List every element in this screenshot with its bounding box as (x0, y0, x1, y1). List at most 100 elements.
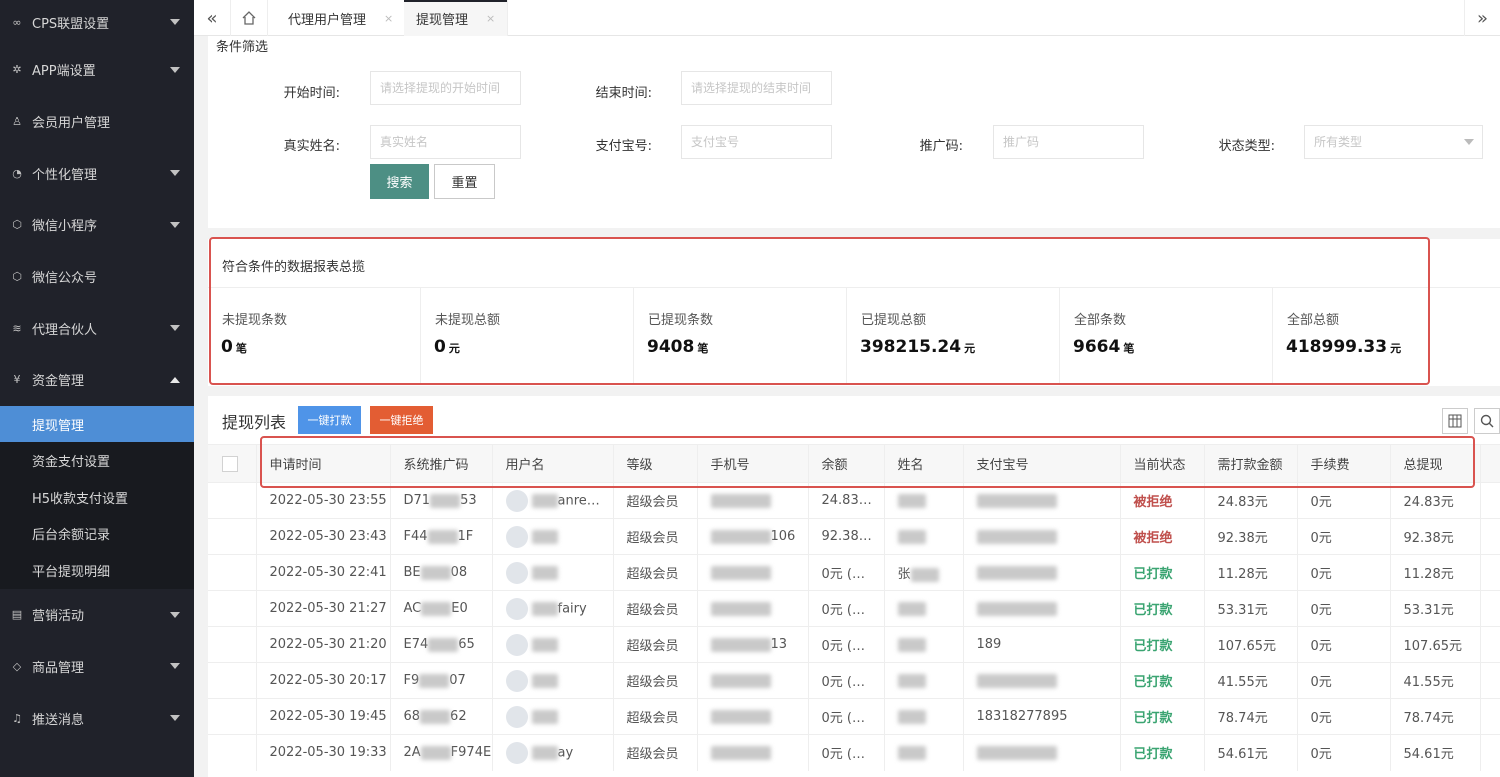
real-name-input[interactable] (370, 125, 521, 159)
table-row[interactable]: 2022-05-30 21:27 AC E0 fairy 超级会员 0元 (… 已打款 53.… (208, 590, 1500, 627)
sidebar-item[interactable]: ◔ 个性化管理 (0, 147, 194, 199)
chevron-down-icon (170, 325, 180, 332)
columns-toggle-button[interactable] (1442, 408, 1468, 434)
tab-withdrawal-management[interactable]: 提现管理 × (404, 0, 509, 36)
select-all-checkbox[interactable] (222, 455, 238, 472)
amount-cell: 53.31元 (1204, 590, 1298, 627)
name-cell: 张 (884, 554, 964, 591)
masked-text (420, 565, 451, 580)
phone-cell (697, 698, 809, 735)
column-header[interactable]: 等级 (613, 444, 698, 483)
pay-all-button[interactable]: 一键打款 (298, 406, 361, 434)
masked-text (419, 673, 450, 688)
sidebar-item[interactable]: ▤ 营销活动 (0, 589, 194, 641)
status-cell: 被拒绝 (1120, 518, 1205, 555)
amount-cell: 24.83元 (1204, 482, 1298, 519)
masked-text (976, 673, 1057, 688)
avatar (505, 633, 528, 656)
sidebar-subitem[interactable]: 后台余额记录 (0, 516, 194, 553)
promo-code-input[interactable] (993, 125, 1144, 159)
tab-agent-users[interactable]: 代理用户管理 × (276, 0, 407, 36)
avatar (505, 489, 528, 512)
columns-icon (1448, 414, 1462, 428)
column-header[interactable]: 当前状态 (1120, 444, 1205, 483)
column-header[interactable]: 用户名 (492, 444, 614, 483)
sidebar-item[interactable]: ♫ 推送消息 (0, 692, 194, 744)
total-cell: 24.83元 (1390, 482, 1481, 519)
sidebar-item[interactable]: ♙ 会员用户管理 (0, 96, 194, 148)
table-row[interactable]: 2022-05-30 19:45 68 62 超级会员 0元 (… 18318277895… (208, 698, 1500, 735)
chevron-down-icon (170, 19, 180, 25)
start-time-input[interactable] (370, 71, 521, 105)
row-checkbox-cell (208, 590, 257, 627)
phone-cell (697, 734, 809, 771)
search-button[interactable]: 搜索 (370, 164, 429, 199)
tab-scroll-right-icon[interactable]: » (1464, 0, 1500, 36)
promo-code-label: 推广码: (919, 139, 963, 154)
sidebar-item[interactable]: ✲ APP端设置 (0, 44, 194, 96)
stat-unit: 笔 (697, 342, 709, 355)
column-header[interactable]: 需打款金额 (1204, 444, 1298, 483)
sidebar-subitem[interactable]: H5收款支付设置 (0, 479, 194, 516)
reject-all-button[interactable]: 一键拒绝 (370, 406, 433, 434)
chevron-down-icon (170, 715, 180, 721)
sidebar-item[interactable]: ⬡ 微信小程序 (0, 199, 194, 251)
table-row[interactable]: 2022-05-30 21:20 E74 65 超级会员 13 0元 (… 189 已打款 10… (208, 626, 1500, 663)
column-header[interactable]: 申请时间 (256, 444, 391, 483)
home-icon (242, 11, 256, 25)
column-header[interactable]: 手续费 (1297, 444, 1391, 483)
end-time-input[interactable] (681, 71, 832, 105)
tab-scroll-left-icon[interactable]: « (194, 0, 230, 36)
close-icon[interactable]: × (486, 12, 495, 25)
sidebar-subitem[interactable]: 提现管理 (0, 405, 194, 443)
column-header[interactable]: 手机号 (697, 444, 809, 483)
alipay-input[interactable] (681, 125, 832, 159)
row-checkbox-cell (208, 734, 257, 771)
list-title: 提现列表 (222, 413, 287, 432)
home-tab[interactable] (230, 0, 268, 36)
column-header[interactable]: 余额 (808, 444, 885, 483)
balance-cell: 0元 (… (808, 590, 885, 627)
table-row[interactable]: 2022-05-30 20:17 F9 07 超级会员 0元 (… 已打款 41.55元 0元… (208, 662, 1500, 699)
cell-text: 1F (457, 529, 474, 544)
sidebar-subitem[interactable]: 平台提现明细 (0, 552, 194, 589)
reset-button[interactable]: 重置 (434, 164, 495, 199)
column-header[interactable]: 姓名 (884, 444, 964, 483)
masked-text (897, 673, 926, 688)
table-row[interactable]: 2022-05-30 22:41 BE 08 超级会员 0元 (… 张 已打款 11.28元 0… (208, 554, 1500, 591)
balance-cell: 0元 (… (808, 554, 885, 591)
status-type-select[interactable] (1304, 125, 1483, 159)
sidebar-item[interactable]: ≋ 代理合伙人 (0, 302, 194, 354)
masked-text (421, 601, 452, 616)
stat-label: 全部条数 (1074, 313, 1127, 328)
column-header[interactable]: 总提现 (1390, 444, 1481, 483)
sidebar-subitem[interactable]: 资金支付设置 (0, 442, 194, 479)
phone-cell (697, 590, 809, 627)
total-cell: 53.31元 (1390, 590, 1481, 627)
close-icon[interactable]: × (384, 12, 393, 25)
balance-cell: 0元 (… (808, 662, 885, 699)
balance-cell: 0元 (… (808, 626, 885, 663)
filter-panel: 条件筛选 开始时间: 结束时间: 真实姓名: 支付宝号: 推广码: 状态类型: … (208, 36, 1500, 228)
name-cell (884, 734, 964, 771)
table-row[interactable]: 2022-05-30 19:33 2A F974E ay 超级会员 0元 (… 已打款 54.… (208, 734, 1500, 771)
cell-text: 68 (403, 709, 421, 724)
sidebar-item[interactable]: ⬡ 微信公众号 (0, 251, 194, 303)
table-row[interactable]: 2022-05-30 23:55 D71 53 anre… 超级会员 24.83… 被拒绝 2… (208, 482, 1500, 519)
amount-cell: 41.55元 (1204, 662, 1298, 699)
column-header[interactable]: 系统推广码 (390, 444, 493, 483)
balance-cell: 0元 (… (808, 698, 885, 735)
table-row[interactable]: 2022-05-30 23:43 F44 1F 超级会员 106 92.38… 被拒绝 92.… (208, 518, 1500, 555)
table-search-button[interactable] (1474, 408, 1500, 434)
masked-text (531, 709, 558, 724)
column-header[interactable]: 支付宝号 (963, 444, 1121, 483)
sidebar-item[interactable]: ◇ 商品管理 (0, 640, 194, 692)
cell-text: 2A (403, 745, 421, 761)
stat-label: 未提现条数 (222, 313, 288, 328)
time-cell: 2022-05-30 19:33 (256, 734, 391, 771)
stat-value: 418999.33 元 (1286, 337, 1401, 357)
sidebar-item[interactable]: ¥ 资金管理 (0, 354, 194, 406)
sidebar-item[interactable]: ∞ CPS联盟设置 (0, 0, 194, 44)
chevron-down-icon (170, 170, 180, 177)
extra-cell (1480, 518, 1500, 555)
